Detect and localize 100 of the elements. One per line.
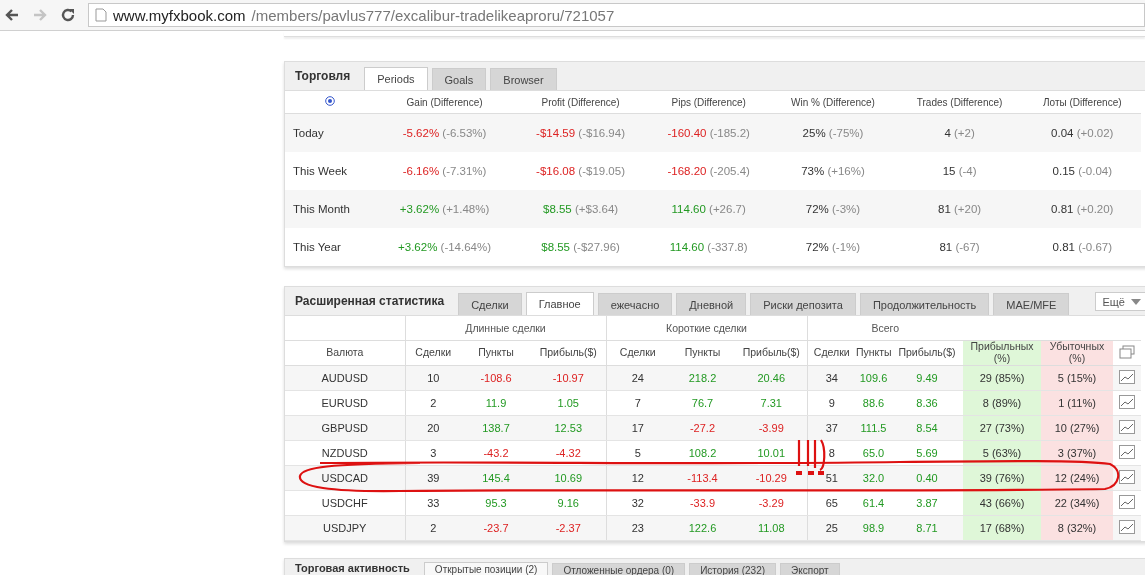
tab[interactable]: Дневной [676,293,747,315]
chart-icon[interactable] [1119,445,1135,459]
tab[interactable]: Browser [490,68,557,90]
tab[interactable]: История (232) [689,563,777,575]
table-cell: 122.6 [669,515,736,541]
table-cell: 22 (34%) [1041,490,1113,516]
table-cell: 4 (+2) [944,127,975,139]
table-cell: 43 (66%) [963,490,1041,516]
tab[interactable]: Сделки [458,293,522,315]
table-cell: 39 [405,465,461,491]
table-cell: 8.54 [891,415,963,441]
table-cell: 65.0 [856,440,891,466]
chart-icon[interactable] [1119,420,1135,434]
table-cell: 15 (-4) [942,165,977,177]
table-cell: -43.2 [461,440,531,466]
table-cell: 9.49 [891,365,963,391]
column-header: Gain (Difference) [375,91,515,114]
table-cell: 34 [807,365,856,391]
chart-icon[interactable] [1119,470,1135,484]
table-cell: 76.7 [669,390,736,416]
currency-cell: EURUSD [285,390,405,416]
tab[interactable]: Goals [431,68,487,90]
chart-icon[interactable] [1119,395,1135,409]
table-cell: -33.9 [669,490,736,516]
column-header: Сделки [405,340,461,366]
tab[interactable]: ежечасно [597,293,673,315]
group-header: Всего [807,316,963,341]
tab[interactable]: MAE/MFE [993,293,1070,315]
table-cell: 81 (-67) [939,241,980,253]
table-cell: 95.3 [461,490,531,516]
table-cell: -5.62% (-6.53%) [402,127,487,139]
chart-icon[interactable] [1119,495,1135,509]
column-header: Pips (Difference) [647,91,771,114]
panel-title: Торговля [295,69,351,83]
table-cell: 61.4 [856,490,891,516]
chart-icon[interactable] [1119,520,1135,534]
table-cell: -2.37 [531,515,606,541]
currency-cell: NZDUSD [285,440,405,466]
column-header: Profit (Difference) [514,91,647,114]
table-cell: 23 [606,515,669,541]
caret-icon [1131,298,1141,305]
table-cell: 1.05 [531,390,606,416]
table-cell: -3.29 [736,490,807,516]
table-cell: -108.6 [461,365,531,391]
table-cell: 20 [405,415,461,441]
column-header: Валюта [285,340,405,366]
table-cell: -27.2 [669,415,736,441]
tab[interactable]: Главное [525,292,594,315]
table-cell: -23.7 [461,515,531,541]
table-cell: +3.62% (-14.64%) [398,241,492,253]
column-header: Trades (Difference) [895,91,1024,114]
tab[interactable]: Открытые позиции (2) [423,562,549,575]
table-cell: 25 [807,515,856,541]
table-cell: 27 (73%) [963,415,1041,441]
table-cell: 8 [807,440,856,466]
group-header: Длинные сделки [405,316,606,341]
table-cell: 114.60 (+26.7) [671,203,746,215]
column-header: Пункты [669,340,736,366]
table-cell: 11.08 [736,515,807,541]
table-cell: 9.16 [531,490,606,516]
table-cell: 17 (68%) [963,515,1041,541]
table-cell: 3 [405,440,461,466]
currency-cell: USDCHF [285,490,405,516]
table-cell: 29 (85%) [963,365,1041,391]
table-cell: -$14.59 (-$16.94) [536,127,625,139]
currency-cell: USDJPY [285,515,405,541]
table-cell: 10.01 [736,440,807,466]
table-cell: -168.20 (-205.4) [667,165,750,177]
group-header: Короткие сделки [606,316,807,341]
address-field[interactable]: www.myfxbook.com /members/pavlus777/excalibur-tradelikeaproru/721057 [88,3,1145,27]
chart-icon[interactable] [1119,370,1135,384]
table-cell: 8 (89%) [963,390,1041,416]
table-cell: +3.62% (+1.48%) [399,203,490,215]
panel-title: Расширенная статистика [295,294,445,308]
table-cell: 10 (27%) [1041,415,1113,441]
period-label: This Year [285,228,375,266]
reload-icon[interactable] [60,7,76,23]
column-header: Win % (Difference) [770,91,896,114]
period-label: This Month [285,190,375,228]
tab[interactable]: Отложенные ордера (0) [552,563,686,575]
tab[interactable]: Экспорт [780,563,840,575]
tab[interactable]: Periods [364,67,428,90]
table-cell: 114.60 (-337.8) [669,241,748,253]
table-cell: -6.16% (-7.31%) [402,165,487,177]
table-cell: 7 [606,390,669,416]
column-header: Сделки [807,340,856,366]
table-cell: 88.6 [856,390,891,416]
table-cell: 72% (-3%) [805,203,861,215]
tab[interactable]: Продолжительность [859,293,990,315]
page-icon [95,8,107,22]
column-header: Прибыльных (%) [963,340,1041,366]
tab[interactable]: Риски депозита [750,293,856,315]
back-icon[interactable] [4,7,20,23]
more-dropdown[interactable]: Ещё [1095,292,1145,311]
column-header: Прибыль($) [531,340,606,366]
table-cell: 0.81 (+0.20) [1051,203,1114,215]
table-cell: 33 [405,490,461,516]
table-cell: $8.55 (+$3.64) [543,203,619,215]
table-cell: 2 [405,390,461,416]
period-label: Today [285,113,375,152]
